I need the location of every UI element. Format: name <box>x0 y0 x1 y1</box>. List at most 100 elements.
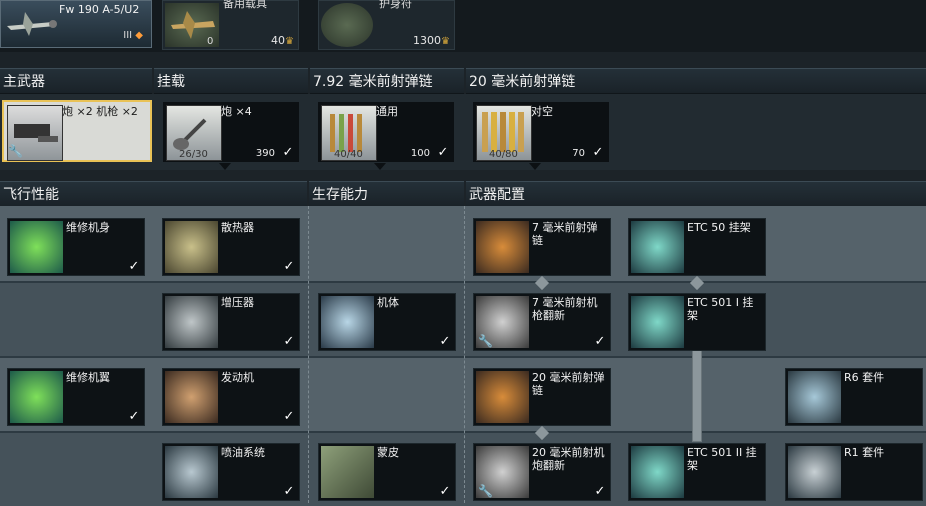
wing-icon <box>10 371 63 423</box>
module-label: 20 毫米前射机炮翻新 <box>532 446 605 472</box>
talisman-label: 护身符 <box>379 0 412 10</box>
module-label: 发动机 <box>221 371 254 384</box>
check-icon: ✓ <box>283 484 295 499</box>
check-icon: ✓ <box>594 334 606 349</box>
mg7-belts-module[interactable]: 7 毫米前射弹链 <box>473 218 611 276</box>
compressor-icon <box>165 296 218 348</box>
rank-label: III <box>123 30 133 41</box>
aircraft-icon <box>7 12 57 36</box>
row-divider <box>0 431 926 433</box>
eagle-icon: ♛ <box>441 36 450 47</box>
module-label: 维修机翼 <box>66 371 110 384</box>
belt-20-slot[interactable]: 对空 40/80 70 ✓ <box>473 102 609 170</box>
belt-20-label: 对空 <box>531 105 553 118</box>
radiator-module[interactable]: 散热器 ✓ <box>162 218 300 276</box>
main-weapon-label: 炮 ×2 机枪 ×2 <box>62 105 138 118</box>
module-label: 7 毫米前射弹链 <box>532 221 598 247</box>
talisman-price: 1300♛ <box>413 34 450 47</box>
backup-vehicle-card[interactable]: 备用载具 0 40♛ <box>162 0 299 50</box>
module-label: 喷油系统 <box>221 446 265 459</box>
r1-kit-module[interactable]: R1 套件 <box>785 443 923 501</box>
aircraft-name: Fw 190 A-5/U2 <box>59 3 140 16</box>
injection-module[interactable]: 喷油系统 ✓ <box>162 443 300 501</box>
check-icon: ✓ <box>283 259 295 274</box>
backup-vehicle-label: 备用载具 <box>223 0 267 10</box>
payload-slot[interactable]: 炮 ×4 26/30 390 ✓ <box>163 102 299 170</box>
module-label: 7 毫米前射机枪翻新 <box>532 296 598 322</box>
check-icon: ✓ <box>128 259 140 274</box>
main-weapon-header: 主武器 <box>0 68 152 94</box>
wrench-icon: 🔧 <box>8 144 23 158</box>
aircraft-card[interactable]: Fw 190 A-5/U2 III ◆ <box>0 0 152 48</box>
talisman-thumb-icon <box>321 3 373 47</box>
main-weapon-slot[interactable]: 🔧 炮 ×2 机枪 ×2 <box>2 100 152 162</box>
compressor-module[interactable]: 增压器 ✓ <box>162 293 300 351</box>
bomb-rack-icon <box>631 296 684 348</box>
cannon-pod-icon <box>788 446 841 498</box>
row-divider <box>0 281 926 283</box>
mm20-belts-module[interactable]: 20 毫米前射弹链 <box>473 368 611 426</box>
check-icon: ✓ <box>128 409 140 424</box>
module-label: 20 毫米前射弹链 <box>532 371 605 397</box>
module-label: 机体 <box>377 296 399 309</box>
belt-792-label: 通用 <box>376 105 398 118</box>
belt-792-header: 7.92 毫米前射弹链 <box>310 68 464 94</box>
check-icon: ✓ <box>592 145 604 160</box>
check-icon: ✓ <box>439 484 451 499</box>
check-icon: ✓ <box>282 145 294 160</box>
wrench-icon: 🔧 <box>478 334 493 348</box>
module-label: 散热器 <box>221 221 254 234</box>
belt-20-header: 20 毫米前射弹链 <box>466 68 926 94</box>
check-icon: ✓ <box>283 334 295 349</box>
bomb-rack-icon <box>631 221 684 273</box>
belt-792-price: 100 <box>410 148 430 159</box>
column-divider <box>308 206 309 503</box>
skin-panel-icon <box>321 446 374 498</box>
etc501ii-module[interactable]: ETC 501 II 挂架 <box>628 443 766 501</box>
price-value: 40 <box>271 34 286 47</box>
mg7-new-module[interactable]: 🔧 7 毫米前射机枪翻新 ✓ <box>473 293 611 351</box>
fuselage-icon <box>10 221 63 273</box>
weapons-config-header: 武器配置 <box>466 181 926 207</box>
backup-vehicle-count: 0 <box>207 36 214 47</box>
module-label: R6 套件 <box>844 371 885 384</box>
radiator-icon <box>165 221 218 273</box>
r6-kit-module[interactable]: R6 套件 <box>785 368 923 426</box>
payload-count: 26/30 <box>179 149 208 160</box>
airframe-module[interactable]: 机体 ✓ <box>318 293 456 351</box>
mm20-new-module[interactable]: 🔧 20 毫米前射机炮翻新 ✓ <box>473 443 611 501</box>
survival-header: 生存能力 <box>309 181 464 207</box>
rank-diamond-icon: ◆ <box>135 30 143 41</box>
belt-20-count: 40/80 <box>489 149 518 160</box>
module-label: 增压器 <box>221 296 254 309</box>
module-label: R1 套件 <box>844 446 885 459</box>
payload-label: 炮 ×4 <box>221 105 252 118</box>
check-icon: ✓ <box>594 484 606 499</box>
cover-module[interactable]: 蒙皮 ✓ <box>318 443 456 501</box>
chevron-down-icon <box>374 163 386 170</box>
injection-icon <box>165 446 218 498</box>
ammo-belt-icon <box>476 221 529 273</box>
column-divider <box>464 206 465 503</box>
chevron-down-icon <box>529 163 541 170</box>
flight-header: 飞行性能 <box>0 181 307 207</box>
etc50-module[interactable]: ETC 50 挂架 <box>628 218 766 276</box>
chevron-down-icon <box>219 163 231 170</box>
engine-module[interactable]: 发动机 ✓ <box>162 368 300 426</box>
check-icon: ✓ <box>437 145 449 160</box>
aircraft-rank: III ◆ <box>123 30 143 41</box>
check-icon: ✓ <box>439 334 451 349</box>
backup-vehicle-price: 40♛ <box>271 34 294 47</box>
belt-792-slot[interactable]: 通用 40/40 100 ✓ <box>318 102 454 170</box>
wing-repair-module[interactable]: 维修机翼 ✓ <box>7 368 145 426</box>
fuselage-repair-module[interactable]: 维修机身 ✓ <box>7 218 145 276</box>
talisman-card[interactable]: 护身符 1300♛ <box>318 0 455 50</box>
belt-792-count: 40/40 <box>334 149 363 160</box>
weapons-row: 🔧 炮 ×2 机枪 ×2 炮 ×4 26/30 390 ✓ 通用 40/40 1… <box>0 94 926 170</box>
engine-icon <box>165 371 218 423</box>
etc501i-module[interactable]: ETC 501 I 挂架 <box>628 293 766 351</box>
connector-line <box>692 350 702 442</box>
row-divider <box>0 356 926 358</box>
check-icon: ✓ <box>283 409 295 424</box>
ammo-belt-icon <box>476 371 529 423</box>
